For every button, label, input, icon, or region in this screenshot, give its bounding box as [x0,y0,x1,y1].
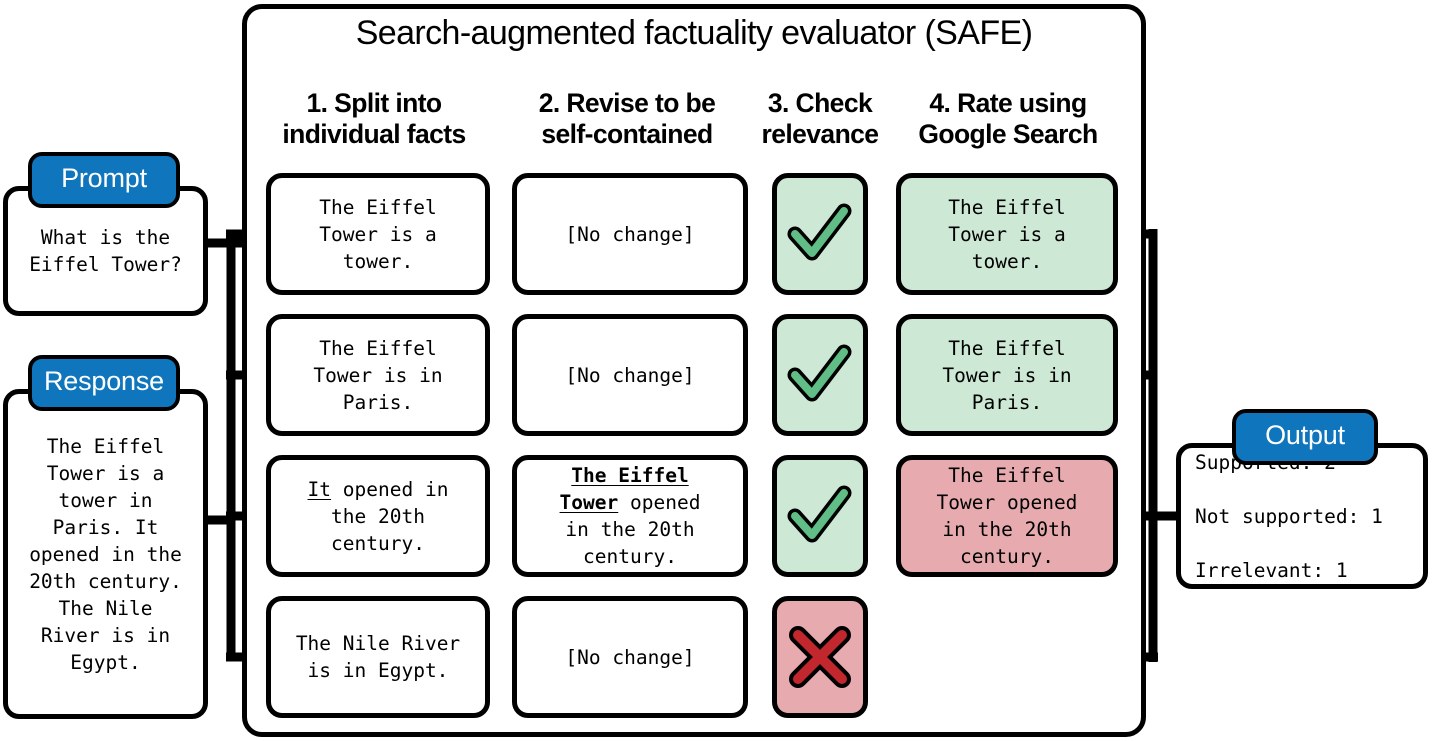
revise-box-row4: [No change] [512,596,748,718]
revise-text-row3: The Eiffel Tower opened in the 20th cent… [559,464,701,568]
column-header-rate: 4. Rate using Google Search [918,88,1098,149]
output-line-irrelevant: Irrelevant: 1 [1195,558,1348,582]
revise-box-row3: The Eiffel Tower opened in the 20th cent… [512,455,748,577]
column-header-relevance: 3. Check relevance [761,88,880,149]
relevance-box-row4 [772,596,868,718]
revise-box-row2: [No change] [512,314,748,436]
fact-box-row2: The Eiffel Tower is in Paris. [266,314,490,436]
rating-text-row1: The Eiffel Tower is a tower. [948,195,1066,273]
fact-box-row4: The Nile River is in Egypt. [266,596,490,718]
response-tag: Response [28,355,180,411]
fact-underline-row3: It [307,477,332,501]
fact-text-row4: The Nile River is in Egypt. [295,632,461,682]
cross-icon [788,625,852,689]
revise-bold-underline-row3: The Eiffel Tower [559,464,689,514]
output-tag: Output [1232,409,1378,465]
prompt-tag: Prompt [28,152,180,208]
fact-text-row2: The Eiffel Tower is in Paris. [313,336,443,414]
rating-box-row2: The Eiffel Tower is in Paris. [896,314,1118,436]
revise-text-row4: [No change] [565,645,695,669]
check-icon [787,485,853,547]
revise-box-row1: [No change] [512,173,748,295]
response-box: The Eiffel Tower is a tower in Paris. It… [3,389,208,719]
relevance-box-row3 [772,455,868,577]
page-title: Search-augmented factuality evaluator (S… [355,14,1033,52]
output-line-not-supported: Not supported: 1 [1195,504,1383,528]
rating-box-row1: The Eiffel Tower is a tower. [896,173,1118,295]
column-header-split: 1. Split into individual facts [282,88,466,149]
relevance-box-row1 [772,173,868,295]
rating-text-row3: The Eiffel Tower opened in the 20th cent… [936,464,1078,568]
fact-text-row3: It opened in the 20th century. [307,477,449,555]
diagram-canvas: Search-augmented factuality evaluator (S… [0,0,1432,741]
revise-text-row1: [No change] [565,222,695,246]
fact-text-row1: The Eiffel Tower is a tower. [319,195,437,273]
rating-box-row3: The Eiffel Tower opened in the 20th cent… [896,455,1118,577]
response-text: The Eiffel Tower is a tower in Paris. It… [29,434,182,674]
check-icon [787,203,853,265]
prompt-text: What is the Eiffel Tower? [29,226,182,276]
rating-text-row2: The Eiffel Tower is in Paris. [942,336,1072,414]
fact-box-row3: It opened in the 20th century. [266,455,490,577]
check-icon [787,344,853,406]
column-header-revise: 2. Revise to be self-contained [538,88,716,149]
relevance-box-row2 [772,314,868,436]
revise-text-row2: [No change] [565,363,695,387]
fact-box-row1: The Eiffel Tower is a tower. [266,173,490,295]
